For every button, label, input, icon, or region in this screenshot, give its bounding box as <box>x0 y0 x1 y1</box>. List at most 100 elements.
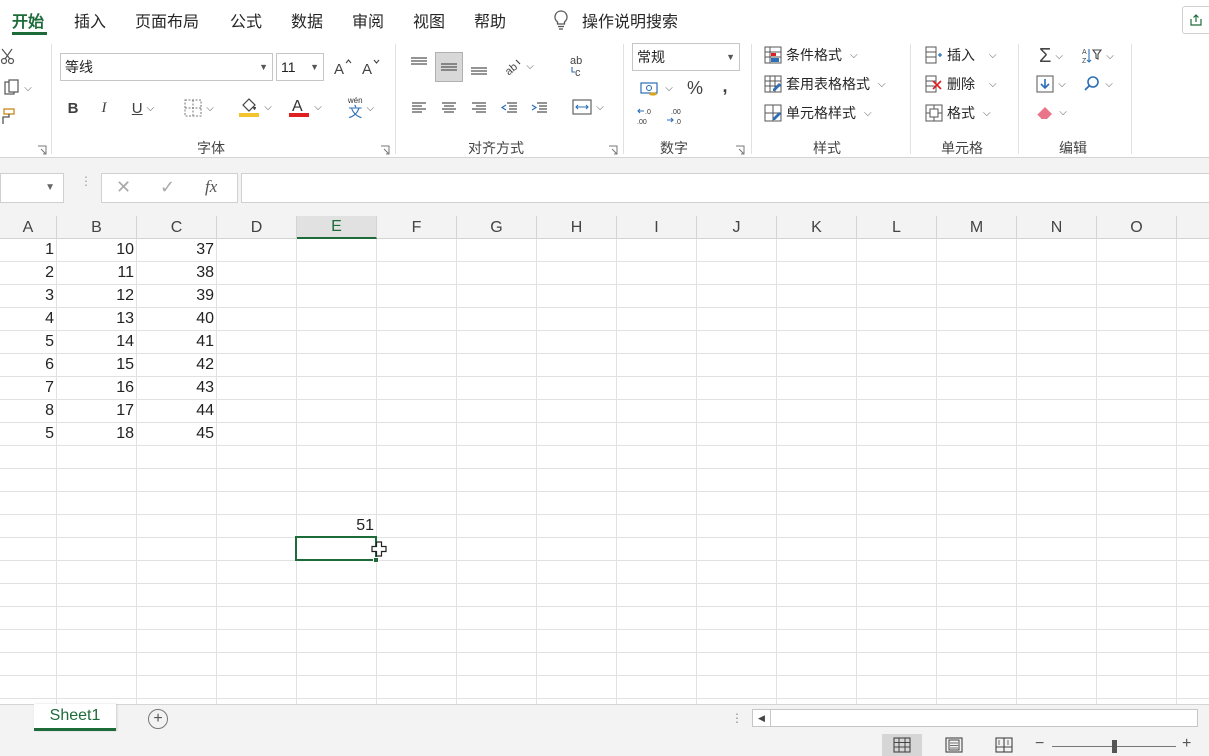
column-header-l[interactable]: L <box>857 216 937 239</box>
underline-button[interactable]: U ⌵ <box>122 96 164 120</box>
fill-handle[interactable] <box>373 557 379 563</box>
accounting-format-button[interactable]: ⌵ <box>634 76 678 100</box>
cell-b8[interactable]: 17 <box>57 400 137 422</box>
clipboard-launcher-icon[interactable] <box>37 142 47 152</box>
align-center-button[interactable] <box>437 96 461 120</box>
cell-b6[interactable]: 15 <box>57 354 137 376</box>
font-launcher-icon[interactable] <box>380 142 390 152</box>
sort-filter-button[interactable]: A Z ⌵ <box>1078 44 1118 68</box>
zoom-in-icon[interactable]: + <box>1182 735 1191 753</box>
bold-button[interactable]: B <box>62 96 84 120</box>
worksheet-grid[interactable]: A B C D E F G H I J K L M N O <box>0 216 1209 704</box>
tab-review[interactable]: 审阅 <box>352 8 384 32</box>
formula-input[interactable] <box>241 173 1209 203</box>
cell-a6[interactable]: 6 <box>0 354 57 376</box>
align-left-button[interactable] <box>407 96 431 120</box>
increase-decimal-button[interactable]: .0 .00 <box>634 104 658 128</box>
align-right-button[interactable] <box>467 96 491 120</box>
active-cell-selection[interactable] <box>295 536 377 561</box>
page-break-view-button[interactable] <box>984 734 1024 756</box>
align-bottom-button[interactable] <box>467 56 491 80</box>
increase-indent-button[interactable] <box>527 96 551 120</box>
cell-b1[interactable]: 10 <box>57 239 137 261</box>
normal-view-button[interactable] <box>882 734 922 756</box>
scroll-left-icon[interactable]: ◀ <box>753 710 771 726</box>
find-select-button[interactable]: ⌵ <box>1078 72 1118 96</box>
insert-cells-button[interactable]: 插入 ⌵ <box>925 45 997 65</box>
cell-c5[interactable]: 41 <box>137 331 217 353</box>
percent-style-button[interactable]: % <box>684 76 706 100</box>
cell-b3[interactable]: 12 <box>57 285 137 307</box>
comma-style-button[interactable]: , <box>714 74 736 98</box>
column-header-h[interactable]: H <box>537 216 617 239</box>
tab-formulas[interactable]: 公式 <box>230 8 262 32</box>
format-cells-button[interactable]: 格式 ⌵ <box>925 103 991 123</box>
format-painter-button[interactable] <box>0 106 16 126</box>
tab-page-layout[interactable]: 页面布局 <box>135 8 199 32</box>
column-header-f[interactable]: F <box>377 216 457 239</box>
decrease-font-button[interactable]: A <box>360 55 382 79</box>
cell-c7[interactable]: 43 <box>137 377 217 399</box>
zoom-out-icon[interactable]: − <box>1035 735 1044 753</box>
add-sheet-button[interactable]: + <box>148 709 168 729</box>
column-header-d[interactable]: D <box>217 216 297 239</box>
name-box[interactable]: ▼ <box>0 173 64 203</box>
cell-a4[interactable]: 4 <box>0 308 57 330</box>
font-size-select[interactable]: 11 ▼ <box>276 53 324 81</box>
fill-button[interactable]: ⌵ <box>1030 72 1072 96</box>
format-as-table-button[interactable]: 套用表格格式 ⌵ <box>764 74 886 94</box>
cell-c2[interactable]: 38 <box>137 262 217 284</box>
cell-b9[interactable]: 18 <box>57 423 137 445</box>
tab-view[interactable]: 视图 <box>413 8 445 32</box>
cell-a7[interactable]: 7 <box>0 377 57 399</box>
delete-cells-button[interactable]: 删除 ⌵ <box>925 74 997 94</box>
increase-font-button[interactable]: A <box>332 55 354 79</box>
cell-b2[interactable]: 11 <box>57 262 137 284</box>
autosum-button[interactable]: Σ ⌵ <box>1030 44 1072 68</box>
font-name-select[interactable]: 等线 ▼ <box>60 53 273 81</box>
number-format-select[interactable]: 常规 ▼ <box>632 43 740 71</box>
insert-function-button[interactable]: fx <box>205 177 217 197</box>
tab-data[interactable]: 数据 <box>291 8 323 32</box>
column-header-k[interactable]: K <box>777 216 857 239</box>
merge-center-button[interactable]: ⌵ <box>566 95 610 119</box>
borders-button[interactable]: ⌵ <box>178 96 220 120</box>
conditional-formatting-button[interactable]: 条件格式 ⌵ <box>764 45 858 65</box>
clear-button[interactable]: ⌵ <box>1030 100 1072 124</box>
tab-home[interactable]: 开始 <box>12 8 44 32</box>
share-button[interactable] <box>1182 6 1209 34</box>
orientation-button[interactable]: ab ⌵ <box>498 54 538 78</box>
tab-insert[interactable]: 插入 <box>74 8 106 32</box>
align-middle-button[interactable] <box>435 52 463 82</box>
number-launcher-icon[interactable] <box>735 142 745 152</box>
column-header-a[interactable]: A <box>0 216 57 239</box>
phonetic-button[interactable]: wén 文 ⌵ <box>340 94 382 122</box>
copy-button[interactable]: ⌵ <box>0 78 36 98</box>
tell-me-search[interactable]: 操作说明搜索 <box>552 8 678 32</box>
wrap-text-button[interactable]: ab c <box>567 52 591 80</box>
decrease-decimal-button[interactable]: .00 .0 <box>664 104 688 128</box>
cell-c4[interactable]: 40 <box>137 308 217 330</box>
sheet-tab-sheet1[interactable]: Sheet1 <box>34 704 116 731</box>
column-header-m[interactable]: M <box>937 216 1017 239</box>
fill-color-button[interactable]: ⌵ <box>234 94 276 120</box>
cancel-entry-icon[interactable]: ✕ <box>116 177 131 198</box>
cell-c6[interactable]: 42 <box>137 354 217 376</box>
column-header-b[interactable]: B <box>57 216 137 239</box>
column-header-n[interactable]: N <box>1017 216 1097 239</box>
cell-c1[interactable]: 37 <box>137 239 217 261</box>
cell-c9[interactable]: 45 <box>137 423 217 445</box>
font-color-button[interactable]: A ⌵ <box>284 94 326 120</box>
cell-c3[interactable]: 39 <box>137 285 217 307</box>
cell-a2[interactable]: 2 <box>0 262 57 284</box>
column-header-e[interactable]: E <box>297 216 377 239</box>
cell-styles-button[interactable]: 单元格样式 ⌵ <box>764 103 872 123</box>
decrease-indent-button[interactable] <box>497 96 521 120</box>
column-header-g[interactable]: G <box>457 216 537 239</box>
cell-c8[interactable]: 44 <box>137 400 217 422</box>
zoom-slider-thumb[interactable] <box>1112 740 1117 753</box>
grip-icon[interactable]: ⋮ <box>731 711 742 725</box>
align-top-button[interactable] <box>407 52 431 76</box>
horizontal-scrollbar[interactable]: ◀ <box>752 709 1198 727</box>
cut-button[interactable] <box>0 48 16 66</box>
